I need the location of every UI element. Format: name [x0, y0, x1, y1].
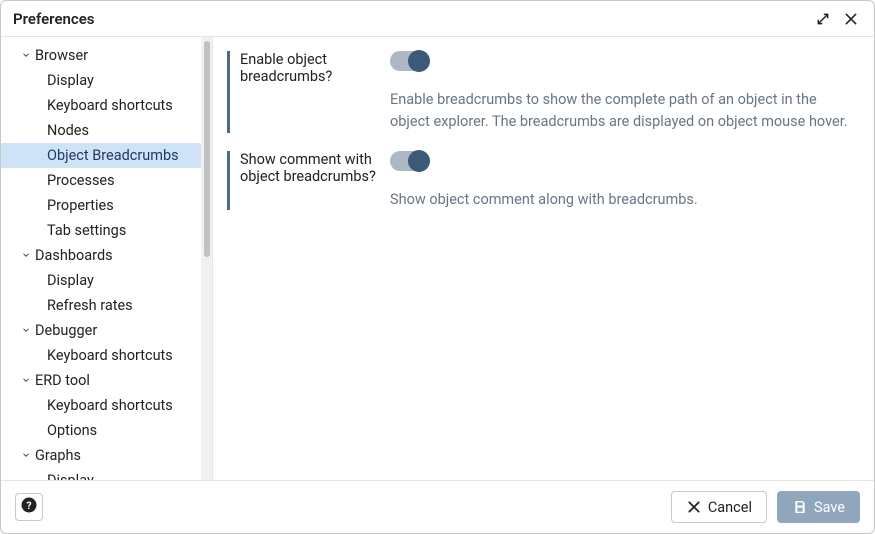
- sidebar-item[interactable]: Refresh rates: [1, 293, 201, 318]
- sidebar-item[interactable]: Display: [1, 268, 201, 293]
- preferences-dialog: Preferences BrowserDisplayKeyboard short…: [0, 0, 875, 534]
- chevron-down-icon: [19, 373, 33, 389]
- sidebar-group-label: Browser: [35, 47, 88, 64]
- sidebar-group-label: Debugger: [35, 322, 97, 339]
- sidebar-group[interactable]: Debugger: [1, 318, 201, 343]
- chevron-down-icon: [19, 48, 33, 64]
- dialog-title: Preferences: [13, 10, 806, 28]
- sidebar-item[interactable]: Nodes: [1, 118, 201, 143]
- setting-toggle[interactable]: [390, 51, 428, 71]
- chevron-down-icon: [19, 248, 33, 264]
- maximize-icon[interactable]: [812, 8, 834, 30]
- setting-toggle[interactable]: [390, 151, 428, 171]
- close-icon[interactable]: [840, 8, 862, 30]
- save-button[interactable]: Save: [777, 491, 860, 523]
- cancel-button[interactable]: Cancel: [671, 491, 767, 523]
- sidebar-scroll-thumb[interactable]: [204, 41, 210, 257]
- sidebar-item[interactable]: Tab settings: [1, 218, 201, 243]
- setting-row: Enable object breadcrumbs?Enable breadcr…: [227, 51, 854, 133]
- settings-panel: Enable object breadcrumbs?Enable breadcr…: [213, 37, 874, 480]
- sidebar-item[interactable]: Options: [1, 418, 201, 443]
- setting-body: Enable breadcrumbs to show the complete …: [390, 51, 854, 133]
- save-button-label: Save: [814, 499, 845, 516]
- setting-label: Enable object breadcrumbs?: [240, 51, 390, 133]
- setting-description: Enable breadcrumbs to show the complete …: [390, 89, 854, 133]
- toggle-knob: [408, 50, 430, 72]
- titlebar: Preferences: [1, 1, 874, 37]
- setting-label: Show comment with object breadcrumbs?: [240, 151, 390, 211]
- sidebar-item[interactable]: Keyboard shortcuts: [1, 343, 201, 368]
- sidebar-group-label: Dashboards: [35, 247, 113, 264]
- sidebar-item[interactable]: Object Breadcrumbs: [1, 143, 201, 168]
- sidebar-group[interactable]: ERD tool: [1, 368, 201, 393]
- sidebar-group[interactable]: Browser: [1, 43, 201, 68]
- svg-text:?: ?: [26, 499, 31, 512]
- chevron-down-icon: [19, 323, 33, 339]
- sidebar[interactable]: BrowserDisplayKeyboard shortcutsNodesObj…: [1, 37, 201, 480]
- chevron-down-icon: [19, 448, 33, 464]
- setting-description: Show object comment along with breadcrum…: [390, 189, 854, 211]
- sidebar-group-label: ERD tool: [35, 372, 90, 389]
- dialog-body: BrowserDisplayKeyboard shortcutsNodesObj…: [1, 37, 874, 481]
- sidebar-item[interactable]: Processes: [1, 168, 201, 193]
- help-button[interactable]: ?: [15, 493, 43, 521]
- sidebar-item[interactable]: Keyboard shortcuts: [1, 393, 201, 418]
- setting-body: Show object comment along with breadcrum…: [390, 151, 854, 211]
- sidebar-item[interactable]: Properties: [1, 193, 201, 218]
- sidebar-wrap: BrowserDisplayKeyboard shortcutsNodesObj…: [1, 37, 213, 480]
- save-icon: [792, 499, 808, 515]
- help-icon: ?: [20, 496, 38, 518]
- close-icon: [686, 499, 702, 515]
- footer: ? Cancel Save: [1, 481, 874, 533]
- sidebar-item[interactable]: Display: [1, 468, 201, 480]
- cancel-button-label: Cancel: [708, 499, 752, 516]
- toggle-knob: [408, 150, 430, 172]
- setting-row: Show comment with object breadcrumbs?Sho…: [227, 151, 854, 211]
- sidebar-group-label: Graphs: [35, 447, 81, 464]
- sidebar-item[interactable]: Display: [1, 68, 201, 93]
- sidebar-item[interactable]: Keyboard shortcuts: [1, 93, 201, 118]
- sidebar-group[interactable]: Dashboards: [1, 243, 201, 268]
- sidebar-group[interactable]: Graphs: [1, 443, 201, 468]
- sidebar-scrollbar[interactable]: [201, 37, 213, 480]
